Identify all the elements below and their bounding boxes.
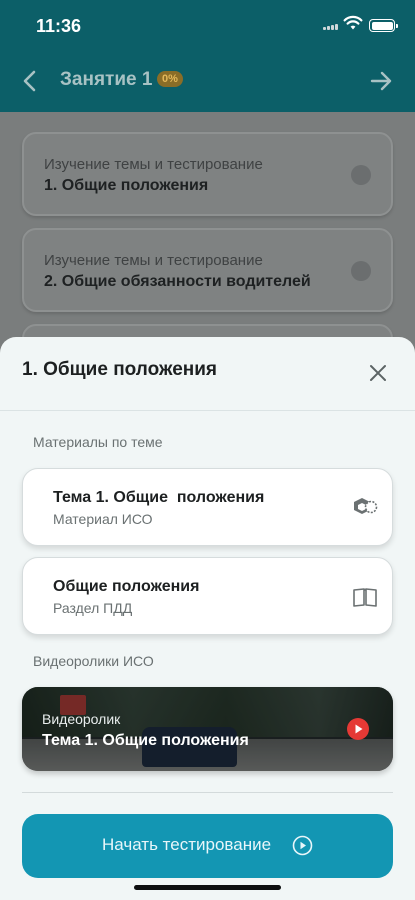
lesson-card-subtitle: Изучение темы и тестирование [44, 156, 263, 173]
material-title: Тема 1. Общие положения [53, 489, 265, 506]
videos-section-label: Видеоролики ИСО [33, 653, 154, 669]
topic-bottom-sheet: 1. Общие положения Материалы по теме Тем… [0, 337, 415, 900]
materials-section-label: Материалы по теме [33, 434, 163, 450]
play-circle-icon [292, 835, 313, 856]
lesson-card-subtitle: Изучение темы и тестирование [44, 252, 263, 269]
app-header: 11:36 Занятие 1 0% [0, 0, 415, 112]
battery-icon [369, 19, 398, 32]
material-subtitle: Раздел ПДД [53, 600, 133, 616]
progress-badge: 0% [157, 71, 183, 87]
lesson-card[interactable]: Изучение темы и тестирование 2. Общие об… [22, 228, 393, 312]
play-icon[interactable] [347, 718, 369, 740]
material-subtitle: Материал ИСО [53, 511, 153, 527]
video-subtitle: Видеоролик [42, 711, 121, 727]
lesson-title: Занятие 1 [60, 69, 153, 90]
material-title: Общие положения [53, 578, 200, 595]
divider [22, 792, 393, 793]
lesson-card-title: 2. Общие обязанности водителей [44, 273, 311, 290]
sheet-title: 1. Общие положения [22, 359, 218, 380]
home-indicator [134, 885, 281, 890]
close-icon[interactable] [367, 362, 389, 384]
material-card-pdd[interactable]: Общие положения Раздел ПДД [22, 557, 393, 635]
material-card-iso[interactable]: Тема 1. Общие положения Материал ИСО [22, 468, 393, 546]
forward-arrow-icon[interactable] [368, 68, 394, 94]
book-icon [353, 588, 377, 607]
status-dot-icon [351, 261, 371, 281]
status-time: 11:36 [36, 16, 82, 36]
lesson-card-title: 1. Общие положения [44, 177, 209, 194]
nav-bar: Занятие 1 0% [0, 56, 415, 104]
wifi-icon [343, 15, 363, 30]
iso-material-icon [354, 498, 378, 514]
video-card[interactable]: Видеоролик Тема 1. Общие положения [22, 687, 393, 771]
start-test-label: Начать тестирование [102, 835, 272, 854]
video-title: Тема 1. Общие положения [42, 732, 249, 749]
status-dot-icon [351, 165, 371, 185]
start-test-button[interactable]: Начать тестирование [22, 814, 393, 878]
status-bar: 11:36 [0, 0, 415, 50]
cellular-signal-icon [323, 22, 339, 30]
divider [0, 410, 415, 411]
back-arrow-icon[interactable] [18, 68, 44, 94]
lesson-card[interactable]: Изучение темы и тестирование 1. Общие по… [22, 132, 393, 216]
